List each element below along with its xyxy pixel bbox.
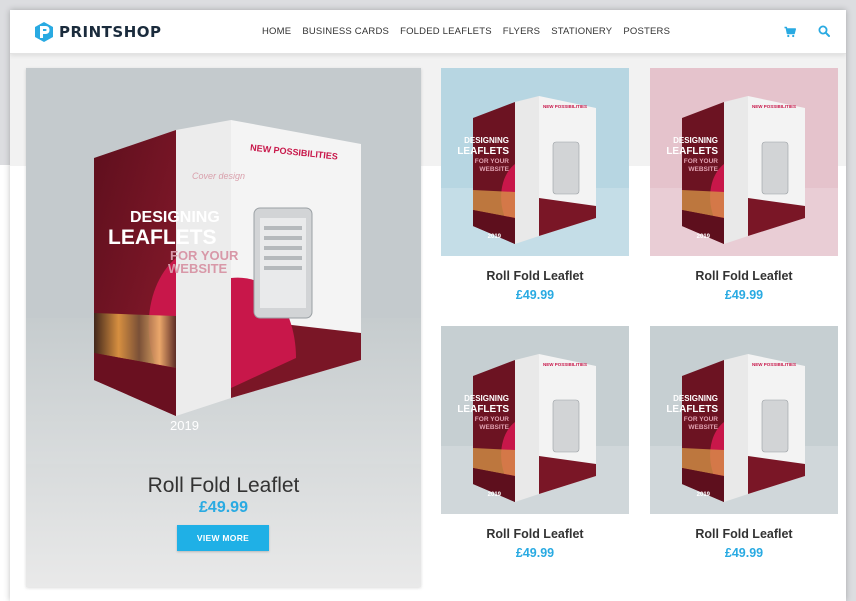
leaflet-mockup-image: DESIGNINGLEAFLETSFOR YOURWEBSITE 2019 NEW …: [650, 68, 838, 256]
featured-product-info: Roll Fold Leaflet £49.99 VIEW MORE: [26, 464, 421, 587]
product-title[interactable]: Roll Fold Leaflet: [441, 269, 629, 283]
product-card[interactable]: DESIGNING LEAFLETS FOR YOUR WEBSITE 2019 NEW …: [441, 68, 629, 318]
page: PRINTSHOP HOME BUSINESS CARDS FOLDED LEA…: [10, 10, 846, 601]
product-image[interactable]: DESIGNING LEAFLETS FOR YOUR WEBSITE 2019 NEW …: [650, 68, 838, 256]
product-price: £49.99: [724, 546, 764, 560]
cover-heading: DESIGNING: [673, 394, 718, 403]
site-header: PRINTSHOP HOME BUSINESS CARDS FOLDED LEA…: [10, 10, 846, 54]
cover-heading-2: LEAFLETS: [108, 226, 217, 249]
logo[interactable]: PRINTSHOP: [34, 20, 162, 44]
cover-heading-2: LEAFLETS: [457, 404, 509, 415]
featured-product-image[interactable]: NEW POSSIBILITIES Cover design DESIGNING…: [26, 68, 421, 464]
product-image[interactable]: DESIGNING LEAFLETS FOR YOUR WEBSITE 2019 NEW …: [650, 326, 838, 514]
leaflet-mockup-image: DESIGNINGLEAFLETSFOR YOURWEBSITE 2019 NEW …: [650, 326, 838, 514]
product-price: £49.99: [515, 288, 555, 302]
cart-icon[interactable]: [784, 25, 796, 38]
product-image[interactable]: DESIGNING LEAFLETS FOR YOUR WEBSITE 2019 NEW …: [441, 68, 629, 256]
nav-item-home[interactable]: HOME: [262, 26, 291, 37]
nav-item-flyers[interactable]: FLYERS: [503, 26, 540, 37]
cover-heading: DESIGNING: [464, 394, 509, 403]
product-card[interactable]: DESIGNING LEAFLETS FOR YOUR WEBSITE 2019 NEW …: [650, 68, 838, 318]
cover-heading: DESIGNING: [464, 136, 509, 145]
featured-product-card[interactable]: NEW POSSIBILITIES Cover design DESIGNING…: [26, 68, 421, 587]
product-title[interactable]: Roll Fold Leaflet: [650, 269, 838, 283]
search-icon[interactable]: [818, 24, 830, 37]
inner-heading: NEW POSSIBILITIES: [752, 362, 796, 367]
inner-heading: NEW POSSIBILITIES: [543, 104, 587, 109]
cover-heading-2: LEAFLETS: [666, 404, 718, 415]
view-more-button[interactable]: VIEW MORE: [177, 525, 269, 551]
window-backdrop-edge: [846, 0, 856, 601]
cover-year: 2019: [697, 234, 711, 240]
product-price: £49.99: [724, 288, 764, 302]
cover-year: 2019: [697, 492, 711, 498]
product-price: £49.99: [515, 546, 555, 560]
leaflet-mockup-image: DESIGNINGLEAFLETSFOR YOURWEBSITE 2019 NEW …: [441, 326, 629, 514]
inner-heading: NEW POSSIBILITIES: [543, 362, 587, 367]
cover-subheading-2: WEBSITE: [688, 424, 718, 431]
product-title[interactable]: Roll Fold Leaflet: [441, 527, 629, 541]
cover-note: Cover design: [192, 171, 246, 181]
cover-subheading-2: WEBSITE: [479, 166, 509, 173]
cover-subheading: FOR YOUR: [475, 158, 509, 165]
featured-product-price: £49.99: [199, 499, 248, 516]
nav-item-business-cards[interactable]: BUSINESS CARDS: [302, 26, 389, 37]
product-card[interactable]: DESIGNING LEAFLETS FOR YOUR WEBSITE 2019 NEW …: [650, 326, 838, 576]
featured-product-title[interactable]: Roll Fold Leaflet: [26, 474, 421, 498]
product-title[interactable]: Roll Fold Leaflet: [650, 527, 838, 541]
cover-subheading: FOR YOUR: [684, 158, 718, 165]
nav-item-stationery[interactable]: STATIONERY: [551, 26, 612, 37]
cover-subheading-2: WEBSITE: [479, 424, 509, 431]
product-image[interactable]: DESIGNING LEAFLETS FOR YOUR WEBSITE 2019 NEW …: [441, 326, 629, 514]
cover-year: 2019: [488, 234, 502, 240]
cover-year: 2019: [488, 492, 502, 498]
printshop-logo-icon: [34, 21, 54, 43]
cover-subheading: FOR YOUR: [684, 416, 718, 423]
cover-heading-2: LEAFLETS: [457, 146, 509, 157]
cover-heading: DESIGNING: [673, 136, 718, 145]
cover-subheading-2: WEBSITE: [168, 261, 228, 276]
main-nav: HOME BUSINESS CARDS FOLDED LEAFLETS FLYE…: [262, 26, 670, 37]
leaflet-mockup-image: DESIGNINGLEAFLETSFOR YOURWEBSITE 2019 NEW …: [441, 68, 629, 256]
nav-item-folded-leaflets[interactable]: FOLDED LEAFLETS: [400, 26, 492, 37]
cover-subheading: FOR YOUR: [475, 416, 509, 423]
cover-heading-2: LEAFLETS: [666, 146, 718, 157]
logo-text: PRINTSHOP: [59, 23, 162, 41]
product-card[interactable]: DESIGNING LEAFLETS FOR YOUR WEBSITE 2019 NEW …: [441, 326, 629, 576]
cover-subheading-2: WEBSITE: [688, 166, 718, 173]
cover-year: 2019: [170, 418, 199, 433]
nav-item-posters[interactable]: POSTERS: [623, 26, 670, 37]
cover-heading: DESIGNING: [130, 209, 220, 226]
inner-heading: NEW POSSIBILITIES: [752, 104, 796, 109]
